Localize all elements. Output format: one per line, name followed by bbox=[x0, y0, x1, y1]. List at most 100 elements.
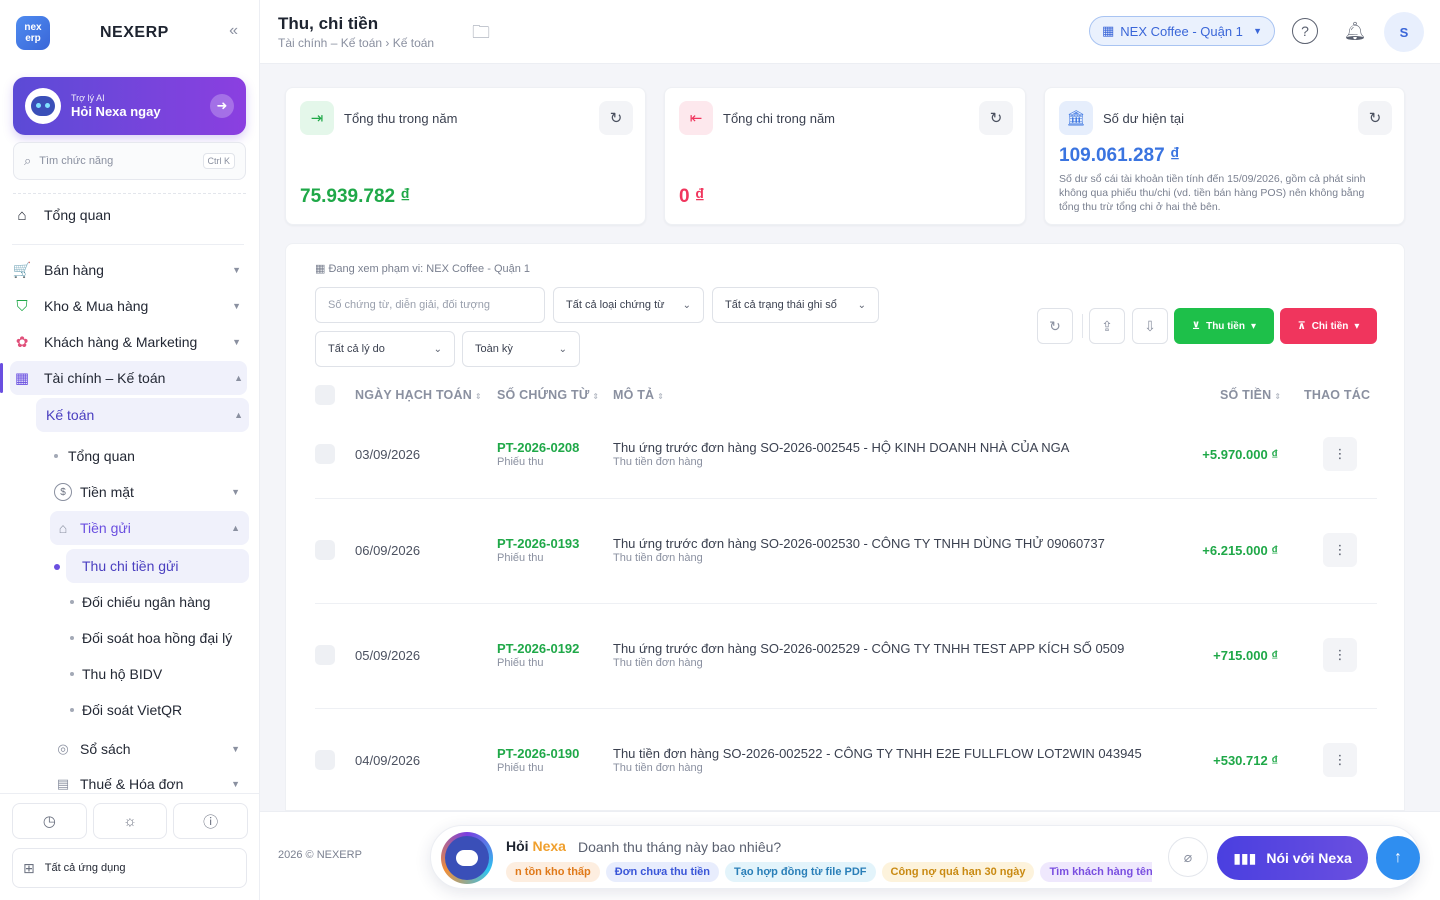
sort-icon: ⇕ bbox=[592, 392, 600, 401]
suggestion-chip[interactable]: Tìm khách hàng tên bbox=[1040, 862, 1152, 882]
receive-money-button[interactable]: ⊻ Thu tiền ▾ bbox=[1174, 308, 1274, 344]
sidebar-item-label: Tiền mặt bbox=[80, 484, 134, 500]
sidebar-item-overview[interactable]: ⌂ Tổng quan bbox=[12, 198, 110, 232]
more-icon[interactable]: ⋮ bbox=[1323, 533, 1357, 567]
more-icon[interactable]: ⋮ bbox=[1323, 437, 1357, 471]
search-input[interactable]: ⌕ Tìm chức năng Ctrl K bbox=[13, 142, 246, 180]
paperclip-icon[interactable]: ⌀ bbox=[1168, 837, 1208, 877]
sidebar-item-deposit[interactable]: ⌂ Tiền gửi ▲ bbox=[50, 511, 249, 545]
sidebar-item-bank-reconcile[interactable]: Đối chiếu ngân hàng bbox=[70, 585, 210, 619]
row-voucher-code[interactable]: PT-2026-0190 bbox=[497, 746, 579, 761]
avatar[interactable]: S bbox=[1384, 12, 1424, 52]
suggestion-chip[interactable]: Đơn chưa thu tiền bbox=[605, 862, 719, 882]
chevron-down-icon: ▼ bbox=[232, 337, 241, 347]
download-icon[interactable]: ⇩ bbox=[1132, 308, 1168, 344]
bell-icon[interactable]: 🔔︎ bbox=[1342, 18, 1368, 44]
logo[interactable]: nex erp bbox=[16, 16, 50, 50]
sidebar-item-vietqr-reconcile[interactable]: Đối soát VietQR bbox=[70, 693, 182, 727]
more-icon[interactable]: ⋮ bbox=[1323, 743, 1357, 777]
chevron-down-icon: ⌄ bbox=[682, 299, 691, 311]
store-icon: ▦ bbox=[315, 263, 326, 275]
talk-to-nexa-button[interactable]: ▮▮▮ Nói với Nexa bbox=[1217, 836, 1368, 880]
all-apps-button[interactable]: ⊞ Tất cả ứng dụng bbox=[12, 848, 247, 888]
folder-icon[interactable]: 🗀 bbox=[472, 20, 490, 50]
sidebar-item-agent-commission[interactable]: Đối soát hoa hồng đại lý bbox=[70, 621, 232, 655]
chevron-down-icon: ▼ bbox=[1253, 26, 1262, 36]
voucher-type-select[interactable]: Tất cả loại chứng từ ⌄ bbox=[553, 287, 704, 323]
column-label: MÔ TẢ bbox=[613, 388, 655, 402]
upload-icon[interactable]: ⇪ bbox=[1089, 308, 1125, 344]
ask-question-input[interactable]: Doanh thu tháng này bao nhiêu? bbox=[578, 839, 781, 855]
refresh-icon[interactable]: ↻ bbox=[979, 101, 1013, 135]
reason-select[interactable]: Tất cả lý do ⌄ bbox=[315, 331, 455, 367]
ask-title: Hỏi Nexa bbox=[506, 838, 566, 854]
divider bbox=[0, 793, 259, 794]
row-voucher-code[interactable]: PT-2026-0193 bbox=[497, 536, 579, 551]
refresh-icon[interactable]: ↻ bbox=[1358, 101, 1392, 135]
sidebar-item-bidv-collection[interactable]: Thu hộ BIDV bbox=[70, 657, 162, 691]
more-icon[interactable]: ⋮ bbox=[1323, 638, 1357, 672]
column-header-actions: THAO TÁC bbox=[1304, 388, 1371, 402]
pay-money-button[interactable]: ⊼ Chi tiền ▾ bbox=[1280, 308, 1377, 344]
alert-icon[interactable]: ⓘ bbox=[173, 803, 249, 839]
branch-selector[interactable]: ▦ NEX Coffee - Quận 1 ▼ bbox=[1089, 16, 1275, 46]
select-all-checkbox[interactable] bbox=[315, 385, 335, 405]
suggestion-chip[interactable]: n tồn kho thấp bbox=[506, 862, 600, 882]
sidebar-item-label: Thu hộ BIDV bbox=[82, 666, 163, 682]
row-checkbox[interactable] bbox=[315, 540, 335, 560]
stat-value: 75.939.782 ₫ bbox=[300, 186, 411, 207]
row-voucher-code[interactable]: PT-2026-0208 bbox=[497, 440, 579, 455]
sidebar-item-inventory[interactable]: ⛉ Kho & Mua hàng ▼ bbox=[12, 289, 245, 323]
row-description: Thu ứng trước đơn hàng SO-2026-002545 - … bbox=[613, 440, 1070, 455]
row-date: 03/09/2026 bbox=[355, 447, 421, 462]
row-voucher-code[interactable]: PT-2026-0192 bbox=[497, 641, 579, 656]
divider bbox=[13, 193, 246, 194]
sidebar-item-accounting[interactable]: Kế toán ▲ bbox=[36, 398, 249, 432]
stat-value: 0 ₫ bbox=[679, 186, 705, 207]
column-header-code[interactable]: SỐ CHỨNG TỪ ⇕ bbox=[497, 388, 599, 402]
sidebar-item-customers[interactable]: ✿ Khách hàng & Marketing ▼ bbox=[12, 325, 245, 359]
column-header-amount[interactable]: SỐ TIỀN ⇕ bbox=[1220, 388, 1281, 402]
nexa-avatar[interactable] bbox=[441, 832, 493, 884]
row-checkbox[interactable] bbox=[315, 444, 335, 464]
breadcrumb[interactable]: Tài chính – Kế toán › Kế toán bbox=[278, 36, 434, 50]
suggestion-chip[interactable]: Công nợ quá hạn 30 ngày bbox=[881, 862, 1035, 882]
coin-icon: $ bbox=[54, 483, 72, 501]
sidebar-item-deposit-transactions[interactable]: Thu chi tiền gửi bbox=[66, 549, 249, 583]
row-checkbox[interactable] bbox=[315, 750, 335, 770]
column-header-description[interactable]: MÔ TẢ ⇕ bbox=[613, 388, 664, 402]
bullet bbox=[70, 708, 74, 712]
reload-icon[interactable]: ↻ bbox=[1037, 308, 1073, 344]
bag-icon: ⛉ bbox=[16, 297, 28, 315]
send-icon[interactable]: ↑ bbox=[1376, 836, 1420, 880]
refresh-icon[interactable]: ↻ bbox=[599, 101, 633, 135]
row-checkbox[interactable] bbox=[315, 645, 335, 665]
ask-nexa-card[interactable]: Trợ lý AI Hỏi Nexa ngay ➜ bbox=[13, 77, 246, 135]
history-icon[interactable]: ◷ bbox=[12, 803, 87, 839]
arrow-right-icon[interactable]: ➜ bbox=[210, 94, 234, 118]
stat-note: Số dư sổ cái tài khoản tiền tính đến 15/… bbox=[1059, 173, 1366, 213]
sidebar-item-books[interactable]: ◎ Sổ sách ▼ bbox=[54, 732, 244, 766]
row-date: 05/09/2026 bbox=[355, 648, 421, 663]
help-icon[interactable]: ? bbox=[1292, 18, 1318, 44]
row-voucher-type: Phiếu thu bbox=[497, 456, 544, 468]
sidebar-item-cash[interactable]: $ Tiền mặt ▼ bbox=[54, 475, 244, 509]
robot-icon bbox=[25, 88, 61, 124]
robot-icon bbox=[456, 850, 478, 866]
sidebar-item-sales[interactable]: 🛒 Bán hàng ▼ bbox=[12, 253, 245, 287]
ai-card-title: Hỏi Nexa ngay bbox=[71, 104, 161, 119]
search-input[interactable]: Số chứng từ, diễn giải, đối tượng bbox=[315, 287, 545, 323]
suggestion-chip[interactable]: Tạo hợp đồng từ file PDF bbox=[725, 862, 876, 882]
row-divider bbox=[315, 498, 1377, 499]
sidebar-item-tax[interactable]: ▤ Thuế & Hóa đơn ▼ bbox=[54, 768, 244, 792]
column-header-date[interactable]: NGÀY HẠCH TOÁN ⇕ bbox=[355, 388, 482, 402]
sidebar-item-finance[interactable]: ▦ Tài chính – Kế toán ▲ bbox=[10, 361, 247, 395]
theme-icon[interactable]: ☼ bbox=[92, 803, 168, 839]
button-label: Chi tiền bbox=[1311, 320, 1349, 332]
posting-status-select[interactable]: Tất cả trạng thái ghi sổ ⌄ bbox=[712, 287, 879, 323]
search-placeholder: Tìm chức năng bbox=[39, 155, 114, 167]
store-icon: ▦ bbox=[1102, 23, 1115, 38]
period-select[interactable]: Toàn kỳ ⌄ bbox=[462, 331, 580, 367]
sidebar-item-accounting-overview[interactable]: Tổng quan bbox=[54, 439, 135, 473]
double-chevron-left-icon[interactable]: « bbox=[229, 22, 238, 40]
